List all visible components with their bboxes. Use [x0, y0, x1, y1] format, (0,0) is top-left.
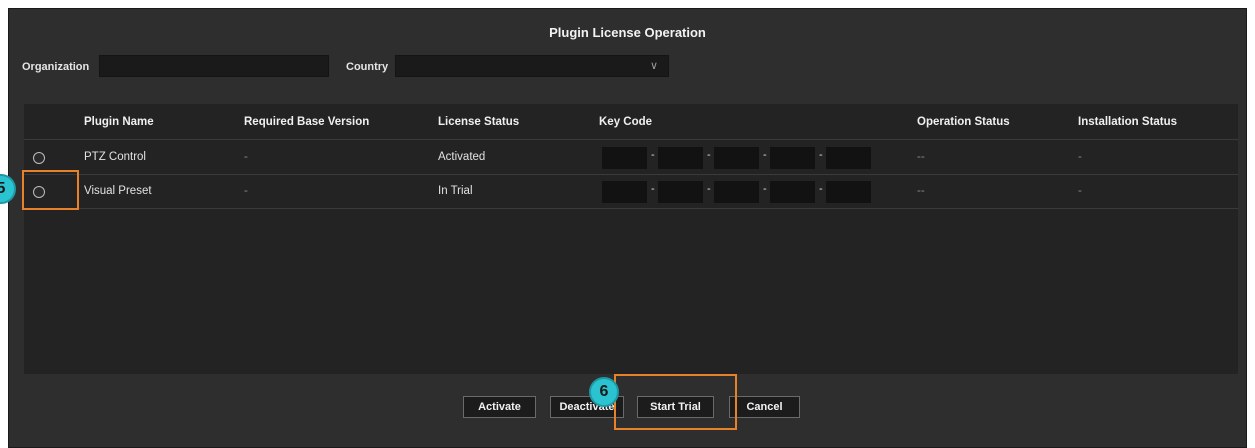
key-code-field-3[interactable] [714, 147, 759, 169]
column-header-required-base-version: Required Base Version [244, 116, 370, 128]
key-code-field-1[interactable] [602, 147, 647, 169]
key-code-separator: - [763, 183, 767, 195]
license-status-cell: In Trial [438, 185, 473, 197]
key-code-separator: - [819, 149, 823, 161]
operation-status-cell: -- [917, 185, 925, 197]
key-code-separator: - [707, 183, 711, 195]
operation-status-cell: -- [917, 151, 925, 163]
key-code-separator: - [819, 183, 823, 195]
row-radio-button[interactable] [33, 152, 45, 164]
dialog-title: Plugin License Operation [549, 25, 706, 40]
step-badge-6: 6 [589, 377, 619, 407]
installation-status-cell: - [1078, 151, 1082, 163]
key-code-separator: - [651, 149, 655, 161]
installation-status-cell: - [1078, 185, 1082, 197]
key-code-separator: - [651, 183, 655, 195]
column-header-key-code: Key Code [599, 116, 653, 128]
column-header-plugin-name: Plugin Name [84, 116, 154, 128]
plugin-name-cell: PTZ Control [84, 151, 146, 163]
base-version-cell: - [244, 185, 248, 197]
key-code-field-5[interactable] [826, 147, 871, 169]
key-code-field-4[interactable] [770, 147, 815, 169]
key-code-field-5[interactable] [826, 181, 871, 203]
column-header-license-status: License Status [438, 116, 520, 128]
table-row[interactable]: PTZ Control - Activated - - - - -- - [24, 141, 1238, 175]
country-select[interactable]: ∨ [395, 55, 669, 77]
key-code-field-3[interactable] [714, 181, 759, 203]
key-code-field-2[interactable] [658, 147, 703, 169]
plugin-table: Plugin Name Required Base Version Licens… [24, 104, 1238, 374]
plugin-name-cell: Visual Preset [84, 185, 152, 197]
key-code-field-4[interactable] [770, 181, 815, 203]
key-code-separator: - [707, 149, 711, 161]
key-code-separator: - [763, 149, 767, 161]
base-version-cell: - [244, 151, 248, 163]
country-label: Country [346, 61, 389, 73]
organization-input[interactable] [99, 55, 329, 77]
chevron-down-icon: ∨ [649, 60, 658, 72]
key-code-field-1[interactable] [602, 181, 647, 203]
column-header-installation-status: Installation Status [1078, 116, 1178, 128]
table-row[interactable]: Visual Preset - In Trial - - - - -- - [24, 175, 1238, 209]
column-header-operation-status: Operation Status [917, 116, 1010, 128]
table-header-row: Plugin Name Required Base Version Licens… [24, 104, 1238, 140]
cancel-button[interactable]: Cancel [729, 396, 800, 418]
license-status-cell: Activated [438, 151, 486, 163]
highlight-box-start-trial [614, 374, 737, 430]
key-code-field-2[interactable] [658, 181, 703, 203]
highlight-box-radio [22, 170, 79, 210]
activate-button[interactable]: Activate [463, 396, 536, 418]
organization-label: Organization [22, 61, 90, 73]
